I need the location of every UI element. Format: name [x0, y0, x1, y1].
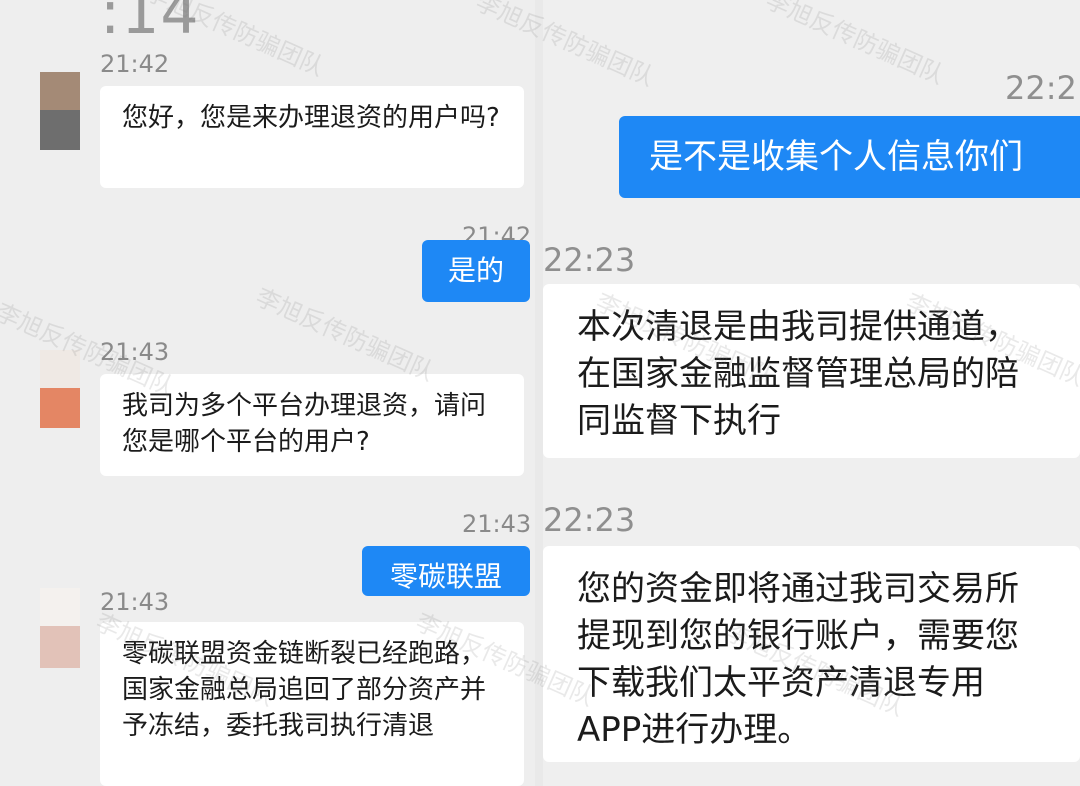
- message-timestamp: 22:23: [543, 241, 636, 279]
- incoming-message-bubble[interactable]: 您的资金即将通过我司交易所提现到您的银行账户，需要您下载我们太平资产清退专用AP…: [543, 546, 1080, 762]
- outgoing-message-bubble[interactable]: 零碳联盟: [362, 546, 530, 596]
- incoming-message-bubble[interactable]: 我司为多个平台办理退资，请问您是哪个平台的用户?: [100, 374, 524, 476]
- contact-avatar[interactable]: [40, 588, 80, 668]
- incoming-message-bubble[interactable]: 零碳联盟资金链断裂已经跑路，国家金融总局追回了部分资产并予冻结，委托我司执行清退: [100, 622, 524, 786]
- incoming-message-bubble[interactable]: 本次清退是由我司提供通道，在国家金融监督管理总局的陪同监督下执行: [543, 284, 1080, 458]
- message-timestamp: 21:43: [100, 588, 170, 616]
- chat-panel-right: 22:2 是不是收集个人信息你们 22:23 本次清退是由我司提供通道，在国家金…: [535, 0, 1080, 786]
- chat-panel-left: :14 21:42 您好，您是来办理退资的用户吗? 21:42 是的 21:43…: [0, 0, 535, 786]
- outgoing-message-bubble[interactable]: 是不是收集个人信息你们: [619, 116, 1080, 198]
- panel-divider: [535, 0, 543, 786]
- incoming-message-bubble[interactable]: 您好，您是来办理退资的用户吗?: [100, 86, 524, 188]
- message-timestamp: 22:2: [1005, 69, 1077, 107]
- message-timestamp: 21:43: [462, 510, 532, 538]
- status-bar-clock: :14: [100, 0, 200, 48]
- message-timestamp: 21:43: [100, 338, 170, 366]
- message-timestamp: 22:23: [543, 501, 636, 539]
- contact-avatar[interactable]: [40, 72, 80, 150]
- outgoing-message-bubble[interactable]: 是的: [422, 240, 530, 302]
- message-timestamp: 21:42: [100, 50, 170, 78]
- contact-avatar[interactable]: [40, 350, 80, 428]
